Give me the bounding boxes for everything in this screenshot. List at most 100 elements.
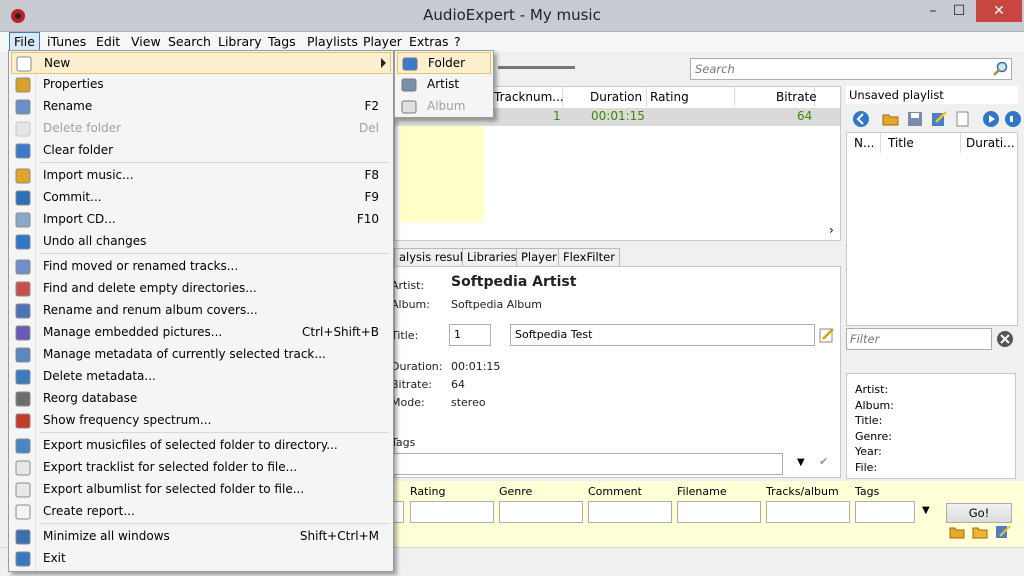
tab-analysis-result[interactable]: alysis result bbox=[394, 248, 473, 266]
open-folder-icon[interactable] bbox=[882, 110, 900, 128]
file-menu: New Properties Rename F2 Delete folder Del Cle… bbox=[8, 50, 394, 572]
menu-item-undo-all-changes[interactable]: Undo all changes bbox=[11, 231, 391, 253]
tags-filter-label: Tags bbox=[855, 485, 880, 498]
menu-edit[interactable]: Edit bbox=[92, 32, 124, 52]
menu-item-commit[interactable]: Commit... F9 bbox=[11, 187, 391, 209]
minimize-button[interactable]: – bbox=[920, 0, 946, 22]
menu-itunes[interactable]: iTunes bbox=[43, 32, 90, 52]
mode-label: Mode: bbox=[391, 396, 425, 409]
menu-item-properties[interactable]: Properties bbox=[11, 74, 391, 96]
folder-search-icon[interactable] bbox=[949, 525, 965, 539]
rating-filter-input[interactable] bbox=[410, 501, 494, 523]
menu-item-shortcut: Shift+Ctrl+M bbox=[299, 529, 379, 543]
col-duration[interactable]: Duration bbox=[587, 87, 647, 107]
cd-icon bbox=[15, 212, 31, 228]
scroll-right-icon[interactable]: › bbox=[829, 223, 834, 237]
clear-filter-icon[interactable] bbox=[996, 330, 1014, 348]
menu-item-exit[interactable]: Exit bbox=[11, 548, 391, 570]
report-icon bbox=[15, 504, 31, 520]
maximize-button[interactable]: ☐ bbox=[946, 0, 972, 22]
menu-help[interactable]: ? bbox=[450, 32, 465, 52]
folder-open-icon[interactable] bbox=[972, 525, 988, 539]
menu-item-rename-and-renum-album-covers[interactable]: Rename and renum album covers... bbox=[11, 300, 391, 322]
menu-item-minimize-all-windows[interactable]: Minimize all windows Shift+Ctrl+M bbox=[11, 526, 391, 548]
edit-playlist-icon[interactable] bbox=[930, 110, 948, 128]
title-field[interactable]: Softpedia Test bbox=[510, 324, 815, 346]
delete-metadata-icon bbox=[15, 369, 31, 385]
menu-item-new[interactable]: New bbox=[11, 52, 391, 74]
menu-item-import-music[interactable]: Import music... F8 bbox=[11, 165, 391, 187]
tags-dropdown-icon[interactable]: ▼ bbox=[922, 505, 930, 516]
col-rating[interactable]: Rating bbox=[647, 87, 735, 107]
import-icon bbox=[15, 168, 31, 184]
genre-filter-input[interactable] bbox=[499, 501, 583, 523]
menu-tags[interactable]: Tags bbox=[264, 32, 300, 52]
menu-extras[interactable]: Extras bbox=[405, 32, 453, 52]
close-button[interactable]: ✕ bbox=[976, 0, 1022, 22]
track-number-field[interactable]: 1 bbox=[449, 324, 491, 346]
new-submenu: Folder Artist Album bbox=[394, 50, 494, 118]
volume-slider[interactable] bbox=[498, 66, 575, 69]
edit-icon[interactable] bbox=[819, 327, 835, 343]
export-folder-icon bbox=[15, 438, 31, 454]
col-title[interactable]: Title bbox=[885, 133, 961, 153]
col-bitrate[interactable]: Bitrate bbox=[773, 87, 817, 107]
menu-item-reorg-database[interactable]: Reorg database bbox=[11, 388, 391, 410]
tab-libraries[interactable]: Libraries bbox=[462, 248, 522, 266]
menu-item-find-and-delete-empty-directories[interactable]: Find and delete empty directories... bbox=[11, 278, 391, 300]
tracks-album-filter-input[interactable] bbox=[766, 501, 850, 523]
search-input[interactable]: Search bbox=[690, 58, 1012, 80]
play-icon[interactable] bbox=[982, 110, 1000, 128]
comment-filter-input[interactable] bbox=[588, 501, 672, 523]
menu-search[interactable]: Search bbox=[164, 32, 215, 52]
menu-item-export-albumlist-for-selected-folder-to-file[interactable]: Export albumlist for selected folder to … bbox=[11, 479, 391, 501]
filter-input[interactable]: Filter bbox=[846, 328, 992, 350]
check-icon[interactable]: ✔ bbox=[819, 455, 828, 468]
menu-item-manage-metadata-of-currently-selected-track[interactable]: Manage metadata of currently selected tr… bbox=[11, 344, 391, 366]
new-page-icon[interactable] bbox=[954, 110, 972, 128]
menu-item-create-report[interactable]: Create report... bbox=[11, 501, 391, 523]
menu-player[interactable]: Player bbox=[359, 32, 406, 52]
menu-playlists[interactable]: Playlists bbox=[303, 32, 362, 52]
menu-item-shortcut: F2 bbox=[364, 99, 379, 113]
tab-player[interactable]: Player bbox=[516, 248, 562, 266]
submenu-item-album[interactable]: Album bbox=[397, 96, 491, 118]
menu-item-rename[interactable]: Rename F2 bbox=[11, 96, 391, 118]
exit-icon bbox=[15, 551, 31, 567]
menu-file[interactable]: File bbox=[9, 32, 40, 52]
submenu-item-folder[interactable]: Folder bbox=[397, 52, 491, 74]
col-tracknum[interactable]: Tracknum... bbox=[491, 87, 564, 107]
menu-item-export-musicfiles-of-selected-folder-to-directory[interactable]: Export musicfiles of selected folder to … bbox=[11, 435, 391, 457]
menu-view[interactable]: View bbox=[127, 32, 165, 52]
dropdown-icon[interactable]: ▼ bbox=[797, 457, 805, 468]
edit-filter-icon[interactable] bbox=[995, 525, 1011, 539]
info-title-label: Title: bbox=[855, 414, 883, 427]
pictures-icon bbox=[15, 325, 31, 341]
duration-value: 00:01:15 bbox=[451, 360, 501, 373]
menu-item-import-cd[interactable]: Import CD... F10 bbox=[11, 209, 391, 231]
stop-icon[interactable] bbox=[1004, 110, 1022, 128]
col-number[interactable]: N... bbox=[851, 133, 881, 153]
menu-item-manage-embedded-pictures[interactable]: Manage embedded pictures... Ctrl+Shift+B bbox=[11, 322, 391, 344]
menu-library[interactable]: Library bbox=[214, 32, 266, 52]
tags-filter-input[interactable] bbox=[855, 501, 915, 523]
spectrum-icon bbox=[15, 413, 31, 429]
submenu-item-artist[interactable]: Artist bbox=[397, 74, 491, 96]
tags-input[interactable] bbox=[393, 453, 783, 475]
back-icon[interactable] bbox=[852, 110, 870, 128]
menu-item-delete-metadata[interactable]: Delete metadata... bbox=[11, 366, 391, 388]
search-icon[interactable] bbox=[992, 61, 1008, 77]
menu-item-label: Show frequency spectrum... bbox=[43, 413, 212, 427]
menu-item-export-tracklist-for-selected-folder-to-file[interactable]: Export tracklist for selected folder to … bbox=[11, 457, 391, 479]
col-duration-pl[interactable]: Durati... bbox=[963, 133, 1017, 153]
menu-item-clear-folder[interactable]: Clear folder bbox=[11, 140, 391, 162]
album-label: Album: bbox=[391, 298, 430, 311]
tab-flexfilter[interactable]: FlexFilter bbox=[558, 248, 620, 266]
playlist-list[interactable]: N... Title Durati... bbox=[846, 132, 1018, 326]
menu-item-show-frequency-spectrum[interactable]: Show frequency spectrum... bbox=[11, 410, 391, 432]
save-icon[interactable] bbox=[906, 110, 924, 128]
menu-item-delete-folder[interactable]: Delete folder Del bbox=[11, 118, 391, 140]
go-button[interactable]: Go! bbox=[946, 503, 1012, 523]
menu-item-find-moved-or-renamed-tracks[interactable]: Find moved or renamed tracks... bbox=[11, 256, 391, 278]
filename-filter-input[interactable] bbox=[677, 501, 761, 523]
